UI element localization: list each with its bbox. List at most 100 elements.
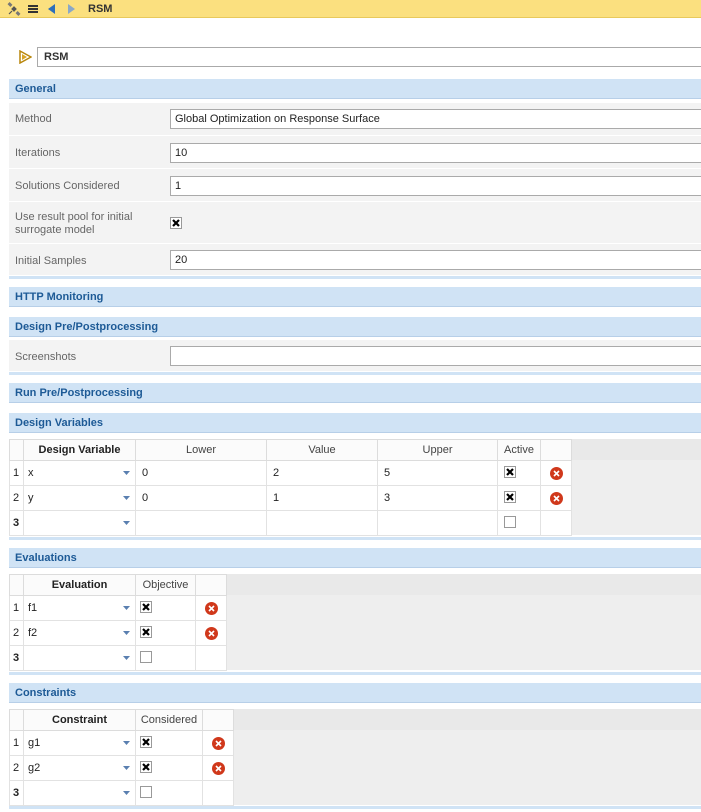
delete-row-button[interactable]: [540, 460, 572, 486]
active-checkbox[interactable]: [497, 485, 541, 511]
initial-samples-field[interactable]: [170, 250, 701, 270]
section-design-variables[interactable]: Design Variables: [9, 413, 701, 433]
constraint-name: g1: [28, 737, 41, 749]
row-number: 3: [9, 780, 24, 806]
dropdown-arrow-icon[interactable]: [123, 789, 130, 797]
row-number-header: [9, 709, 24, 731]
constraint-select[interactable]: g1: [23, 730, 136, 756]
upper-header: Upper: [377, 439, 498, 461]
toolbar-title: RSM: [88, 2, 113, 15]
section-http-monitoring[interactable]: HTTP Monitoring: [9, 287, 701, 307]
section-constraints[interactable]: Constraints: [9, 683, 701, 703]
delete-icon: [204, 601, 218, 615]
list-icon[interactable]: [25, 1, 41, 17]
method-field[interactable]: [170, 109, 701, 129]
table-row: 1 g1: [9, 730, 234, 756]
row-number: 1: [9, 730, 24, 756]
name-field[interactable]: [37, 47, 701, 67]
checked-x-icon: [504, 490, 516, 503]
screenshots-field[interactable]: [170, 346, 701, 366]
dropdown-arrow-icon[interactable]: [123, 764, 130, 772]
value-cell[interactable]: [266, 510, 378, 536]
result-pool-checkbox[interactable]: [170, 217, 182, 229]
objective-checkbox[interactable]: [135, 645, 196, 671]
unchecked-box-icon: [504, 515, 516, 528]
section-divider: [9, 672, 701, 675]
section-general[interactable]: General: [9, 79, 701, 99]
table-row: 1 x 0 2 5: [9, 460, 572, 486]
delete-row-button[interactable]: [195, 595, 227, 621]
dropdown-arrow-icon[interactable]: [123, 739, 130, 747]
screenshots-label: Screenshots: [15, 351, 77, 363]
design-variable-select[interactable]: y: [23, 485, 136, 511]
design-variable-select[interactable]: [23, 510, 136, 536]
section-evaluations[interactable]: Evaluations: [9, 548, 701, 568]
objective-checkbox[interactable]: [135, 620, 196, 646]
evaluation-select[interactable]: f2: [23, 620, 136, 646]
constraint-select[interactable]: [23, 780, 136, 806]
row-number: 2: [9, 620, 24, 646]
play-icon[interactable]: [16, 48, 34, 66]
result-pool-label-line2: surrogate model: [15, 224, 95, 236]
delete-header: [540, 439, 572, 461]
name-row: [16, 46, 701, 68]
solutions-row: Solutions Considered: [9, 169, 701, 202]
lower-cell[interactable]: 0: [135, 485, 267, 511]
delete-icon: [211, 761, 225, 775]
constraint-name: g2: [28, 762, 41, 774]
lower-cell[interactable]: 0: [135, 460, 267, 486]
considered-checkbox[interactable]: [135, 755, 203, 781]
value-header: Value: [266, 439, 378, 461]
considered-checkbox[interactable]: [135, 730, 203, 756]
dropdown-arrow-icon[interactable]: [123, 654, 130, 662]
objective-checkbox[interactable]: [135, 595, 196, 621]
dropdown-arrow-icon[interactable]: [123, 469, 130, 477]
delete-row-button[interactable]: [540, 485, 572, 511]
delete-row-button[interactable]: [195, 620, 227, 646]
value-cell[interactable]: 2: [266, 460, 378, 486]
result-pool-row: Use result pool for initial surrogate mod…: [9, 202, 701, 244]
empty-cell: [195, 645, 227, 671]
upper-cell[interactable]: 3: [377, 485, 498, 511]
evaluations-table-area: Evaluation Objective 1 f1 2 f2 3: [9, 574, 701, 671]
delete-row-button[interactable]: [202, 730, 234, 756]
upper-cell[interactable]: 5: [377, 460, 498, 486]
delete-icon: [204, 626, 218, 640]
design-variable-select[interactable]: x: [23, 460, 136, 486]
lower-cell[interactable]: [135, 510, 267, 536]
evaluation-select[interactable]: [23, 645, 136, 671]
design-variables-table: Design Variable Lower Value Upper Active…: [9, 439, 572, 536]
evaluation-select[interactable]: f1: [23, 595, 136, 621]
forward-arrow-icon[interactable]: [63, 1, 79, 17]
delete-header: [195, 574, 227, 596]
section-general-title: General: [15, 82, 56, 95]
back-arrow-icon[interactable]: [44, 1, 60, 17]
dropdown-arrow-icon[interactable]: [123, 519, 130, 527]
design-variables-table-area: Design Variable Lower Value Upper Active…: [9, 439, 701, 536]
design-variable-header: Design Variable: [23, 439, 136, 461]
dropdown-arrow-icon[interactable]: [123, 494, 130, 502]
constraints-table-area: Constraint Considered 1 g1 2 g2 3: [9, 709, 701, 806]
considered-header: Considered: [135, 709, 203, 731]
active-checkbox[interactable]: [497, 460, 541, 486]
iterations-field[interactable]: [170, 143, 701, 163]
section-design-vars-title: Design Variables: [15, 416, 104, 429]
table-row: 2 f2: [9, 620, 227, 646]
delete-row-button[interactable]: [202, 755, 234, 781]
section-design-pre-postprocessing[interactable]: Design Pre/Postprocessing: [9, 317, 701, 337]
table-header-filler: [234, 709, 701, 730]
checked-x-icon: [140, 760, 152, 773]
solutions-field[interactable]: [170, 176, 701, 196]
method-label: Method: [15, 113, 52, 125]
satellite-icon[interactable]: [6, 1, 22, 17]
empty-cell: [202, 780, 234, 806]
section-run-pre-postprocessing[interactable]: Run Pre/Postprocessing: [9, 383, 701, 403]
upper-cell[interactable]: [377, 510, 498, 536]
considered-checkbox[interactable]: [135, 780, 203, 806]
dropdown-arrow-icon[interactable]: [123, 604, 130, 612]
constraint-header: Constraint: [23, 709, 136, 731]
active-checkbox[interactable]: [497, 510, 541, 536]
dropdown-arrow-icon[interactable]: [123, 629, 130, 637]
value-cell[interactable]: 1: [266, 485, 378, 511]
constraint-select[interactable]: g2: [23, 755, 136, 781]
